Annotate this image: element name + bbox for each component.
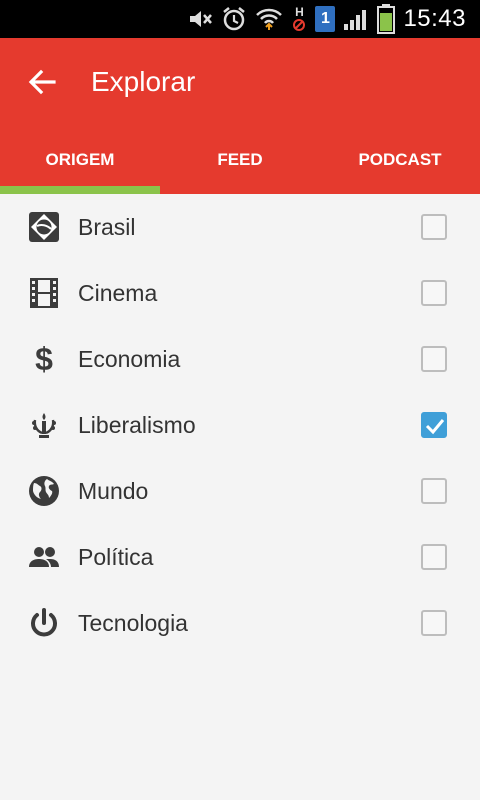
globe-icon — [28, 475, 60, 507]
back-button[interactable] — [24, 64, 60, 100]
tab-indicator — [0, 186, 160, 194]
wifi-icon — [255, 6, 283, 32]
signal-icon — [343, 7, 369, 31]
tab-feed[interactable]: FEED — [160, 134, 320, 186]
list-item-economia[interactable]: $ Economia — [0, 326, 480, 392]
sim-icon: 1 — [315, 6, 336, 32]
checkbox[interactable] — [421, 280, 447, 306]
checkbox-checked[interactable] — [421, 412, 447, 438]
check-icon — [425, 419, 445, 435]
dollar-icon: $ — [35, 341, 53, 377]
app-bar: Explorar ORIGEM FEED PODCAST — [0, 38, 480, 186]
list-item-liberalismo[interactable]: Liberalismo — [0, 392, 480, 458]
network-badge: H — [295, 5, 304, 19]
list-item-cinema[interactable]: Cinema — [0, 260, 480, 326]
mute-icon — [187, 7, 213, 31]
alarm-icon — [221, 6, 247, 32]
list-item-politica[interactable]: Política — [0, 524, 480, 590]
item-label: Brasil — [78, 214, 136, 240]
brazil-icon — [28, 211, 60, 243]
tab-podcast[interactable]: PODCAST — [320, 134, 480, 186]
item-label: Mundo — [78, 478, 149, 504]
tab-origem[interactable]: ORIGEM — [0, 134, 160, 186]
list-item-tecnologia[interactable]: Tecnologia — [0, 590, 480, 656]
status-bar: H 1 15:43 — [0, 0, 480, 38]
checkbox[interactable] — [421, 544, 447, 570]
power-icon — [28, 607, 60, 639]
tab-bar: ORIGEM FEED PODCAST — [0, 134, 480, 186]
arrow-back-icon — [28, 68, 56, 96]
checkbox[interactable] — [421, 214, 447, 240]
battery-icon — [377, 4, 396, 34]
item-label: Cinema — [78, 280, 158, 306]
item-label: Tecnologia — [78, 610, 188, 636]
list-item-mundo[interactable]: Mundo — [0, 458, 480, 524]
item-label: Liberalismo — [78, 412, 196, 438]
checkbox[interactable] — [421, 610, 447, 636]
page-title: Explorar — [91, 66, 196, 97]
status-time: 15:43 — [403, 5, 466, 32]
list-item-brasil[interactable]: Brasil — [0, 194, 480, 260]
film-strip-icon — [28, 277, 60, 309]
people-icon — [28, 541, 60, 573]
no-data-icon: H — [291, 6, 307, 32]
sim-badge: 1 — [315, 6, 336, 32]
torch-laurel-icon — [28, 409, 60, 441]
item-label: Economia — [78, 346, 181, 372]
item-label: Política — [78, 544, 154, 570]
status-icons: H 1 15:43 — [187, 0, 480, 38]
checkbox[interactable] — [421, 346, 447, 372]
checkbox[interactable] — [421, 478, 447, 504]
topic-list: Brasil Cinema $ Economia Liberalismo Mun… — [0, 194, 480, 656]
